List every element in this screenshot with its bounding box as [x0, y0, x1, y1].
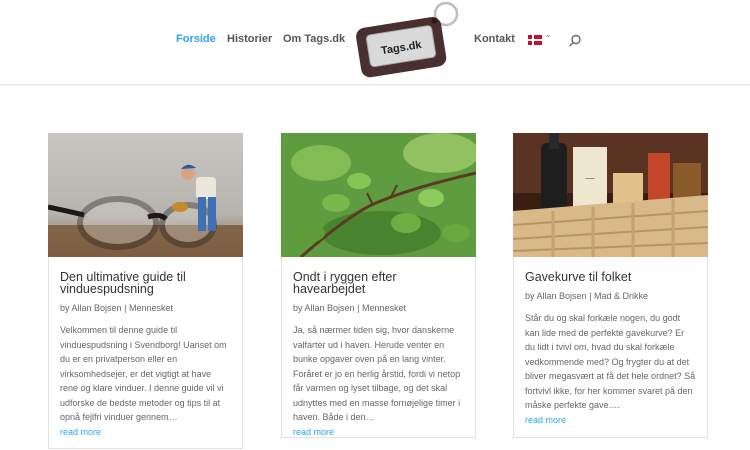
post-title[interactable]: Den ultimative guide til vinduespudsning — [60, 271, 231, 296]
post-author-link[interactable]: Allan Bojsen — [72, 303, 122, 313]
post-excerpt: Står du og skal forkæle nogen, du godt k… — [525, 313, 696, 410]
search-icon[interactable] — [568, 34, 582, 48]
meta-separator: | — [124, 303, 127, 313]
site-header: Forside Historier Om Tags.dk Tags.dk Kon… — [0, 0, 750, 85]
post-image-gift-basket[interactable]: — — [512, 133, 709, 257]
post-card: Den ultimative guide til vinduespudsning… — [47, 133, 243, 449]
read-more-link[interactable]: read more — [293, 426, 464, 438]
svg-text:—: — — [585, 173, 596, 183]
post-author-link[interactable]: Allan Bojsen — [537, 291, 587, 301]
danish-flag-icon[interactable] — [528, 32, 542, 45]
post-category-link[interactable]: Mennesket — [129, 303, 173, 313]
post-meta: by Allan Bojsen | Mennesket — [293, 303, 464, 314]
post-card: Ondt i ryggen efter havearbejdet by Alla… — [281, 133, 479, 438]
post-excerpt: Ja, så nærmer tiden sig, hvor danskerne … — [293, 325, 461, 422]
meta-by: by — [293, 303, 303, 313]
post-image-leaves[interactable] — [281, 133, 479, 259]
post-card: — Gavekurve til folket by Allan Bojsen |… — [512, 133, 709, 438]
meta-by: by — [525, 291, 535, 301]
post-author-link[interactable]: Allan Bojsen — [305, 303, 355, 313]
meta-by: by — [60, 303, 70, 313]
post-meta: by Allan Bojsen | Mennesket — [60, 303, 231, 314]
nav-item-kontakt[interactable]: Kontakt — [474, 33, 515, 45]
post-category-link[interactable]: Mennesket — [362, 303, 406, 313]
meta-separator: | — [357, 303, 360, 313]
post-category-link[interactable]: Mad & Drikke — [594, 291, 648, 301]
site-logo[interactable]: Tags.dk — [352, 0, 462, 80]
read-more-link[interactable]: read more — [525, 414, 696, 426]
chevron-down-icon[interactable]: ⌄ — [545, 30, 552, 39]
nav-item-forside[interactable]: Forside — [176, 33, 216, 45]
post-excerpt: Velkommen til denne guide til vinduespud… — [60, 325, 227, 422]
nav-item-historier[interactable]: Historier — [227, 33, 272, 45]
nav-item-om-tags[interactable]: Om Tags.dk — [283, 33, 345, 45]
post-title[interactable]: Ondt i ryggen efter havearbejdet — [293, 271, 464, 296]
post-meta: by Allan Bojsen | Mad & Drikke — [525, 291, 696, 302]
post-title[interactable]: Gavekurve til folket — [525, 271, 696, 284]
meta-separator: | — [589, 291, 592, 301]
read-more-link[interactable]: read more — [60, 426, 231, 438]
post-image-glasses[interactable] — [47, 133, 243, 257]
